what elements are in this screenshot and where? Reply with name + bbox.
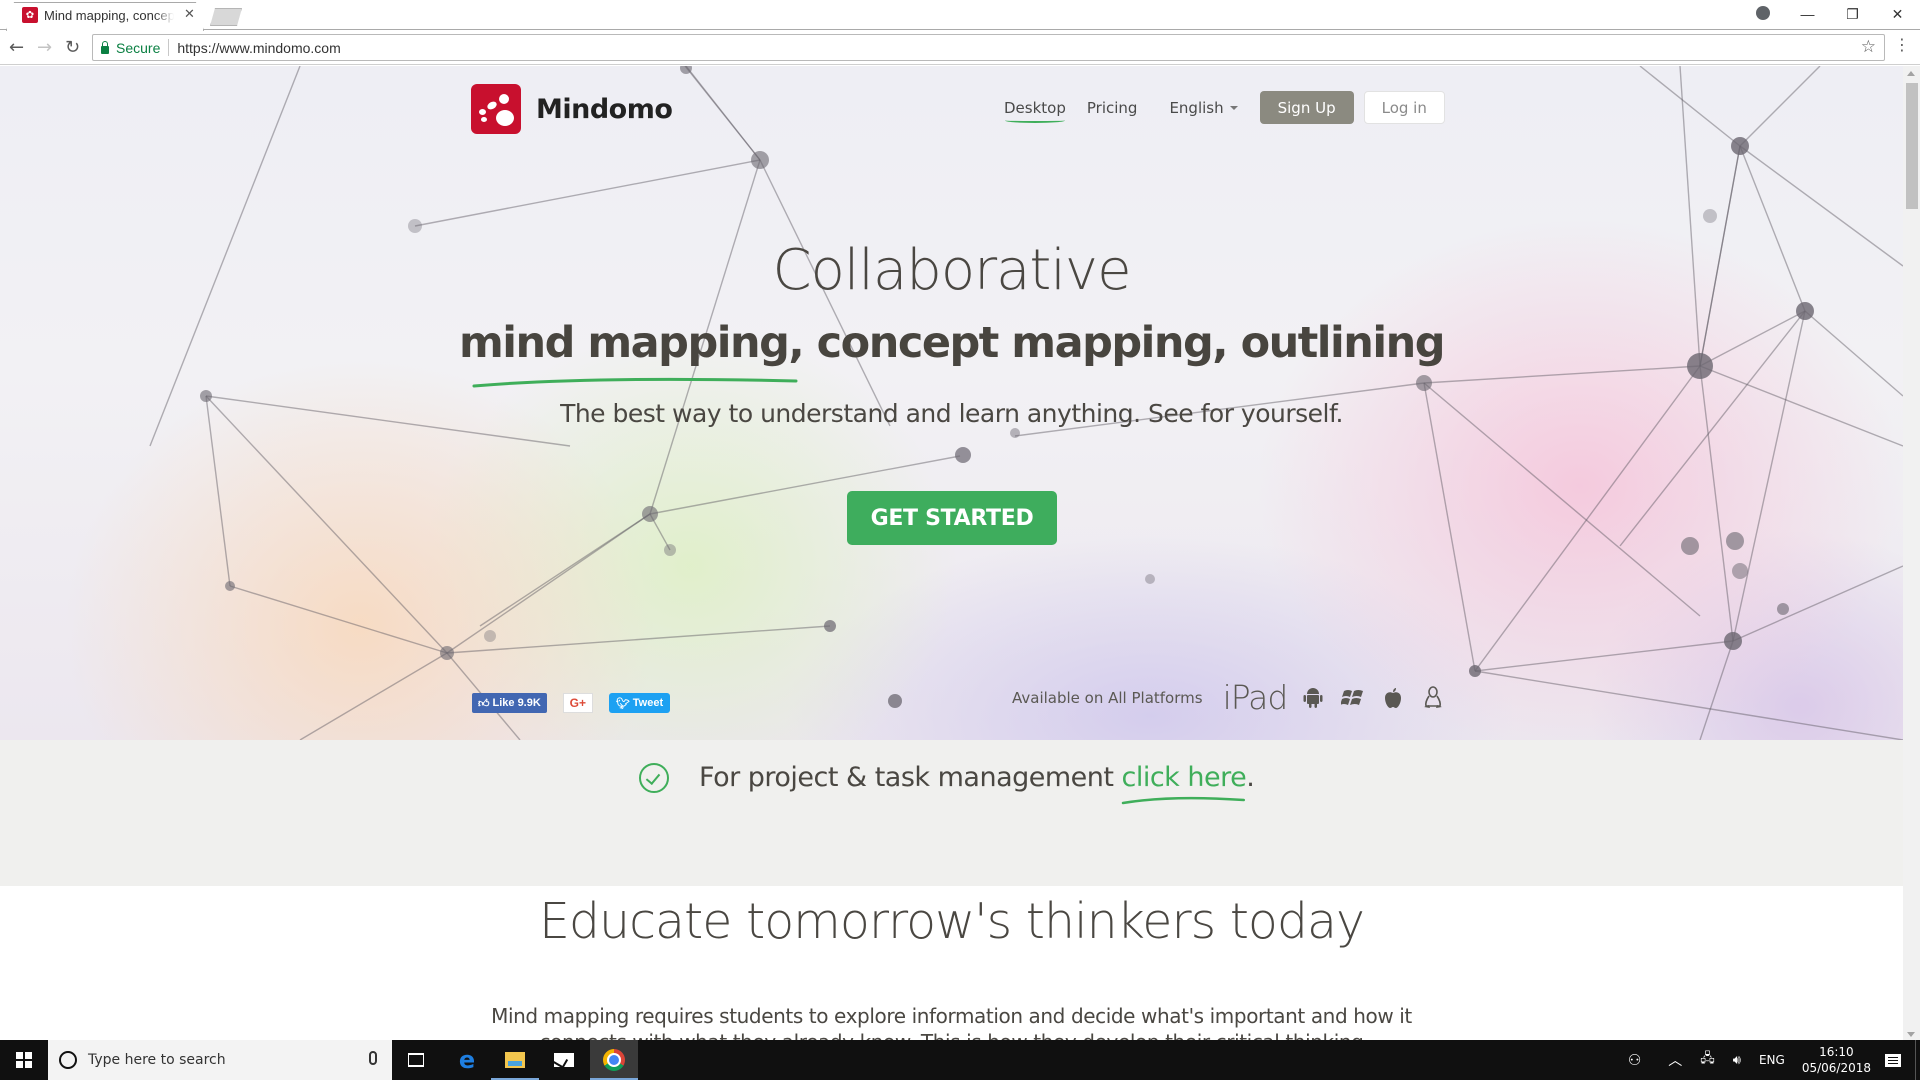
scroll-down-arrow-icon[interactable] <box>1907 1032 1915 1037</box>
tab-strip: ✿ Mind mapping, concept mapping ✕ — ❐ ✕ <box>0 0 1920 30</box>
educate-body: Mind mapping requires students to explor… <box>491 1004 1412 1040</box>
folder-icon <box>505 1052 525 1068</box>
project-band-text: For project & task management <box>699 762 1114 793</box>
edge-icon: e <box>458 1046 476 1074</box>
scroll-thumb[interactable] <box>1906 83 1918 209</box>
volume-icon[interactable]: 🔊︎ <box>1733 1053 1741 1068</box>
windows-taskbar: Type here to search e ⚇ ︿ 🖧︎ 🔊︎ ENG 16:1… <box>0 1040 1920 1080</box>
nav-desktop[interactable]: Desktop <box>1004 99 1066 123</box>
facebook-like-label: Like 9.9K <box>492 697 541 709</box>
click-here-underline <box>1122 796 1246 805</box>
project-management-band: For project & task management click here… <box>0 740 1903 886</box>
scroll-up-arrow-icon[interactable] <box>1907 71 1915 76</box>
hero-subtitle: mind mapping, concept mapping, outlining <box>458 318 1446 368</box>
caret-down-icon <box>1229 105 1238 110</box>
ipad-link[interactable]: iPad <box>1223 678 1289 717</box>
vertical-scrollbar[interactable] <box>1903 66 1920 1040</box>
browser-menu-icon[interactable]: ⋮ <box>1894 37 1910 53</box>
mindomo-logo[interactable]: Mindomo <box>471 84 673 134</box>
social-buttons: 👍︎ Like 9.9K G+ 🐦︎ Tweet <box>472 693 671 713</box>
chrome-icon <box>603 1049 625 1071</box>
project-band-period: . <box>1246 762 1255 793</box>
minimize-button[interactable]: — <box>1785 6 1830 22</box>
tweet-button[interactable]: 🐦︎ Tweet <box>608 693 671 713</box>
tweet-label: Tweet <box>632 697 664 709</box>
show-desktop-button[interactable] <box>1915 1040 1920 1080</box>
task-view-button[interactable] <box>392 1040 440 1080</box>
cortana-icon <box>59 1051 77 1069</box>
thumbs-up-icon: 👍︎ <box>478 697 490 710</box>
window-controls: — ❐ ✕ <box>1740 0 1920 28</box>
nav-pricing[interactable]: Pricing <box>1087 99 1138 117</box>
forward-button[interactable]: → <box>37 37 52 58</box>
mindomo-favicon-icon: ✿ <box>22 7 38 23</box>
input-language[interactable]: ENG <box>1759 1053 1785 1067</box>
log-in-button[interactable]: Log in <box>1363 91 1445 124</box>
profile-icon <box>1755 5 1770 20</box>
linux-icon[interactable] <box>1421 685 1445 710</box>
url-text[interactable]: https://www.mindomo.com <box>177 40 340 56</box>
apple-icon[interactable] <box>1381 686 1405 710</box>
hero-tagline: The best way to understand and learn any… <box>560 399 1343 428</box>
new-tab-button[interactable] <box>210 8 242 26</box>
hero-section: Mindomo Desktop Pricing English Sign Up … <box>0 66 1903 740</box>
taskbar-search-placeholder: Type here to search <box>88 1052 226 1068</box>
top-navigation: Desktop Pricing English Sign Up Log in <box>1004 91 1445 124</box>
language-selector[interactable]: English <box>1169 98 1238 117</box>
profile-button[interactable] <box>1740 5 1785 23</box>
clock[interactable]: 16:10 05/06/2018 <box>1802 1044 1871 1076</box>
tab-close-icon[interactable]: ✕ <box>184 7 195 22</box>
network-icon[interactable]: 🖧︎ <box>1700 1049 1715 1071</box>
tab-content: ✿ Mind mapping, concept mapping <box>22 7 174 23</box>
secure-label: Secure <box>116 39 161 56</box>
project-band-content: For project & task management click here… <box>639 762 1255 805</box>
android-icon[interactable] <box>1301 686 1325 710</box>
start-button[interactable] <box>0 1040 48 1080</box>
clock-date: 05/06/2018 <box>1801 1061 1871 1075</box>
mail-taskbar-button[interactable] <box>540 1040 588 1080</box>
close-window-button[interactable]: ✕ <box>1875 6 1920 23</box>
twitter-bird-icon: 🐦︎ <box>615 697 630 710</box>
people-icon[interactable]: ⚇ <box>1628 1051 1641 1069</box>
click-here-link[interactable]: click here <box>1121 762 1247 805</box>
google-plus-button[interactable]: G+ <box>562 693 593 713</box>
taskbar-search-box[interactable]: Type here to search <box>48 1040 392 1080</box>
platforms-row: Available on All Platforms iPad <box>1012 678 1461 717</box>
click-here-label: click here <box>1121 762 1247 793</box>
omnibox-divider <box>168 39 170 56</box>
action-center-icon[interactable] <box>1885 1053 1901 1067</box>
bookmark-star-icon[interactable]: ☆ <box>1861 37 1876 57</box>
browser-toolbar: ← → ↻ Secure https://www.mindomo.com ☆ ⋮ <box>0 31 1920 65</box>
windows-logo-icon <box>16 1052 32 1068</box>
check-circle-icon <box>639 762 669 793</box>
lock-icon <box>101 40 109 54</box>
logo-text: Mindomo <box>536 93 673 125</box>
educate-title: Educate tomorrow's thinkers today <box>538 893 1365 950</box>
tab-title: Mind mapping, concept mapping <box>44 7 174 23</box>
reload-button[interactable]: ↻ <box>65 37 80 58</box>
address-bar[interactable]: Secure https://www.mindomo.com ☆ <box>92 34 1885 61</box>
sign-up-button[interactable]: Sign Up <box>1259 91 1354 124</box>
file-explorer-taskbar-button[interactable] <box>491 1040 539 1080</box>
page-viewport: Mindomo Desktop Pricing English Sign Up … <box>0 66 1903 1040</box>
show-hidden-icons-chevron-icon[interactable]: ︿ <box>1668 1050 1682 1070</box>
restore-button[interactable]: ❐ <box>1830 6 1875 23</box>
windows-icon[interactable] <box>1341 686 1365 710</box>
system-tray: ⚇ ︿ 🖧︎ 🔊︎ ENG 16:10 05/06/2018 <box>1619 1040 1920 1080</box>
edge-taskbar-button[interactable]: e <box>443 1040 491 1080</box>
back-button[interactable]: ← <box>9 37 24 58</box>
microphone-icon[interactable] <box>369 1051 377 1065</box>
task-view-icon <box>408 1053 424 1067</box>
facebook-like-button[interactable]: 👍︎ Like 9.9K <box>472 693 547 713</box>
chrome-taskbar-button[interactable] <box>590 1040 638 1080</box>
hero-underline <box>472 377 798 388</box>
clock-time: 16:10 <box>1819 1045 1854 1059</box>
get-started-button[interactable]: GET STARTED <box>847 491 1057 545</box>
language-label: English <box>1169 98 1224 117</box>
hero-title: Collaborative <box>772 238 1131 303</box>
platforms-label: Available on All Platforms <box>1012 688 1203 707</box>
mindomo-logo-icon <box>471 84 521 134</box>
mail-icon <box>554 1053 574 1067</box>
